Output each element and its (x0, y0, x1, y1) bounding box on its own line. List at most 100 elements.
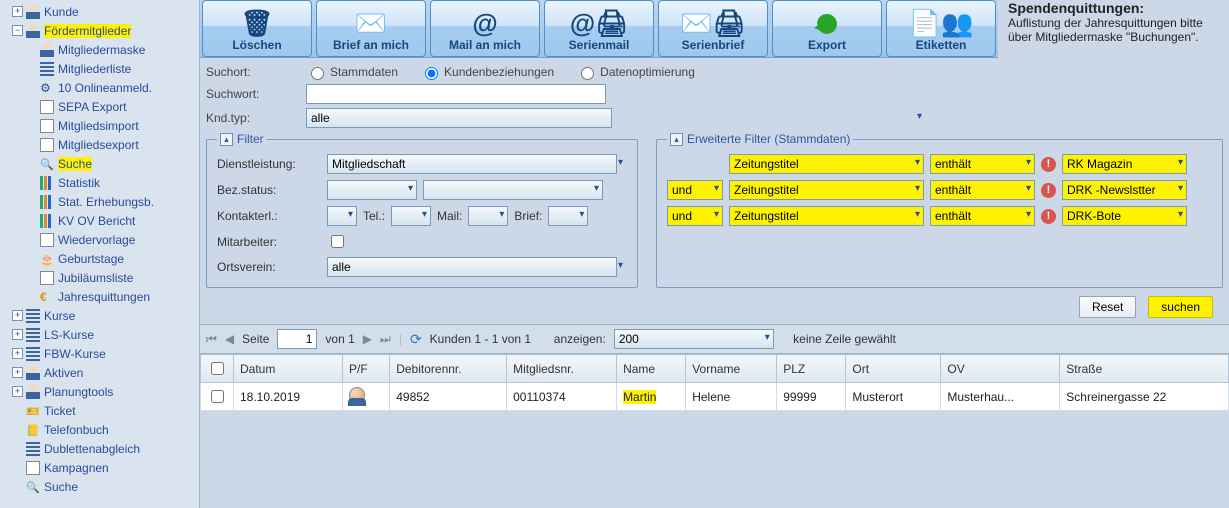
ortsverein-select[interactable]: alle (327, 257, 617, 277)
sidebar-item-foerdermitglieder[interactable]: −Fördermitglieder (0, 21, 199, 40)
sidebar-item-jubilaeumsliste[interactable]: Jubiläumsliste (0, 268, 199, 287)
ext-and-select[interactable]: und (667, 206, 723, 226)
radio-input[interactable] (311, 67, 324, 80)
dienstleistung-select[interactable]: Mitgliedschaft (327, 154, 617, 174)
brief-select[interactable] (548, 206, 588, 226)
sidebar-item-kurse[interactable]: +Kurse (0, 306, 199, 325)
sidebar-item-label: Dublettenabgleich (44, 442, 140, 456)
pager-prev-icon[interactable]: ◀ (225, 332, 234, 346)
serienbrief-button[interactable]: ✉️🖨Serienbrief (658, 0, 768, 57)
sidebar-item-fbw-kurse[interactable]: + FBW-Kurse (0, 344, 199, 363)
kndtyp-select[interactable]: alle (306, 108, 612, 128)
export-button[interactable]: Export (772, 0, 882, 57)
col-header-4[interactable]: Mitgliedsnr. (507, 355, 617, 383)
sidebar-item-kampagnen[interactable]: Kampagnen (0, 458, 199, 477)
radio-input[interactable] (425, 67, 438, 80)
bezstatus-select-2[interactable] (423, 180, 603, 200)
expander-icon[interactable]: + (12, 310, 23, 321)
sidebar-item-ticket[interactable]: Ticket (0, 401, 199, 420)
sidebar-item-stat-erhebungsb[interactable]: Stat. Erhebungsb. (0, 192, 199, 211)
dienstleistung-label: Dienstleistung: (217, 157, 327, 171)
bezstatus-select-1[interactable] (327, 180, 417, 200)
ext-value-select[interactable]: DRK-Bote (1062, 206, 1187, 226)
sidebar-item-label: FBW-Kurse (44, 347, 106, 361)
pager-first-icon[interactable]: ⏮ (206, 332, 217, 347)
sidebar-item-wiedervorlage[interactable]: Wiedervorlage (0, 230, 199, 249)
pager-next-icon[interactable]: ▶ (363, 332, 372, 346)
search-button[interactable]: suchen (1148, 296, 1213, 318)
sidebar-item-ls-kurse[interactable]: +LS-Kurse (0, 325, 199, 344)
filter-collapse-icon[interactable]: ▴ (220, 133, 233, 146)
suchort-radio-1[interactable]: Kundenbeziehungen (420, 64, 554, 80)
col-header-0[interactable] (201, 355, 234, 383)
sidebar-item-mitgliedsexport[interactable]: Mitgliedsexport (0, 135, 199, 154)
col-header-9[interactable]: OV (941, 355, 1060, 383)
ext-field-select[interactable]: Zeitungstitel (729, 154, 924, 174)
sidebar-item-statistik[interactable]: Statistik (0, 173, 199, 192)
radio-input[interactable] (581, 67, 594, 80)
serienmail-button[interactable]: @🖨Serienmail (544, 0, 654, 57)
sidebar-item-jahresquittungen[interactable]: €Jahresquittungen (0, 287, 199, 306)
sidebar-item-kv-ov-bericht[interactable]: KV OV Bericht (0, 211, 199, 230)
expander-icon[interactable]: − (12, 25, 23, 36)
sidebar-item-kunde[interactable]: +Kunde (0, 2, 199, 21)
expander-icon[interactable]: + (12, 6, 23, 17)
suchwort-input[interactable] (306, 84, 606, 104)
ext-field-select[interactable]: Zeitungstitel (729, 206, 924, 226)
brief-an-mich-button[interactable]: ✉️Brief an mich (316, 0, 426, 57)
ext-and-select[interactable]: und (667, 180, 723, 200)
expander-icon[interactable]: + (12, 348, 23, 359)
page-size-select[interactable]: 200 (614, 329, 774, 349)
ext-value-select[interactable]: RK Magazin (1062, 154, 1187, 174)
sidebar-item-planungtools[interactable]: +Planungtools (0, 382, 199, 401)
ext-op-select[interactable]: enthält (930, 180, 1035, 200)
col-header-5[interactable]: Name (617, 355, 686, 383)
ext-value-select[interactable]: DRK -Newslstter (1062, 180, 1187, 200)
col-header-7[interactable]: PLZ (777, 355, 846, 383)
etiketten-button[interactable]: 📄👥Etiketten (886, 0, 996, 57)
suchort-radio-0[interactable]: Stammdaten (306, 64, 398, 80)
mitarbeiter-checkbox[interactable] (331, 235, 344, 248)
sidebar-item-aktiven[interactable]: +Aktiven (0, 363, 199, 382)
notice-panel: Spendenquittungen: Auflistung der Jahres… (998, 0, 1229, 58)
sidebar-item-mitgliedsimport[interactable]: Mitgliedsimport (0, 116, 199, 135)
pager-page-input[interactable] (277, 329, 317, 349)
row-checkbox[interactable] (211, 390, 224, 403)
radio-label: Kundenbeziehungen (444, 65, 554, 79)
ext-op-select[interactable]: enthält (930, 154, 1035, 174)
sidebar-item-suche[interactable]: Suche (0, 154, 199, 173)
sidebar-item-global-suche[interactable]: Suche (0, 477, 199, 496)
col-header-1[interactable]: Datum (234, 355, 343, 383)
sidebar-item-mitgliederliste[interactable]: Mitgliederliste (0, 59, 199, 78)
expander-icon[interactable]: + (12, 367, 23, 378)
sidebar-item-onlineanmeld[interactable]: ⚙10 Onlineanmeld. (0, 78, 199, 97)
col-header-2[interactable]: P/F (342, 355, 389, 383)
ext-op-select[interactable]: enthält (930, 206, 1035, 226)
sidebar-item-geburtstage[interactable]: Geburtstage (0, 249, 199, 268)
sidebar-item-telefonbuch[interactable]: Telefonbuch (0, 420, 199, 439)
pager-refresh-icon[interactable]: ⟳ (410, 331, 422, 348)
col-header-3[interactable]: Debitorennr. (390, 355, 507, 383)
etiketten-icon: 📄👥 (909, 8, 974, 38)
sidebar-item-mitgliedermaske[interactable]: Mitgliedermaske (0, 40, 199, 59)
mail-select[interactable] (468, 206, 508, 226)
expander-icon[interactable]: + (12, 386, 23, 397)
serienmail-icon: @🖨 (570, 8, 628, 38)
tel-select[interactable] (391, 206, 431, 226)
col-header-10[interactable]: Straße (1060, 355, 1229, 383)
ext-field-select[interactable]: Zeitungstitel (729, 180, 924, 200)
extfilter-collapse-icon[interactable]: ▴ (670, 133, 683, 146)
mail-an-mich-button[interactable]: @Mail an mich (430, 0, 540, 57)
select-all-checkbox[interactable] (211, 362, 224, 375)
sidebar-item-dublettenabgleich[interactable]: Dublettenabgleich (0, 439, 199, 458)
table-row[interactable]: 18.10.20194985200110374MartinHelene99999… (201, 383, 1229, 411)
delete-button[interactable]: 🗑Löschen (202, 0, 312, 57)
col-header-8[interactable]: Ort (846, 355, 941, 383)
kontakterl-select[interactable] (327, 206, 357, 226)
suchort-radio-2[interactable]: Datenoptimierung (576, 64, 695, 80)
pager-last-icon[interactable]: ⏭ (380, 332, 391, 347)
expander-icon[interactable]: + (12, 329, 23, 340)
reset-button[interactable]: Reset (1079, 296, 1136, 318)
sidebar-item-sepa-export[interactable]: SEPA Export (0, 97, 199, 116)
col-header-6[interactable]: Vorname (686, 355, 777, 383)
